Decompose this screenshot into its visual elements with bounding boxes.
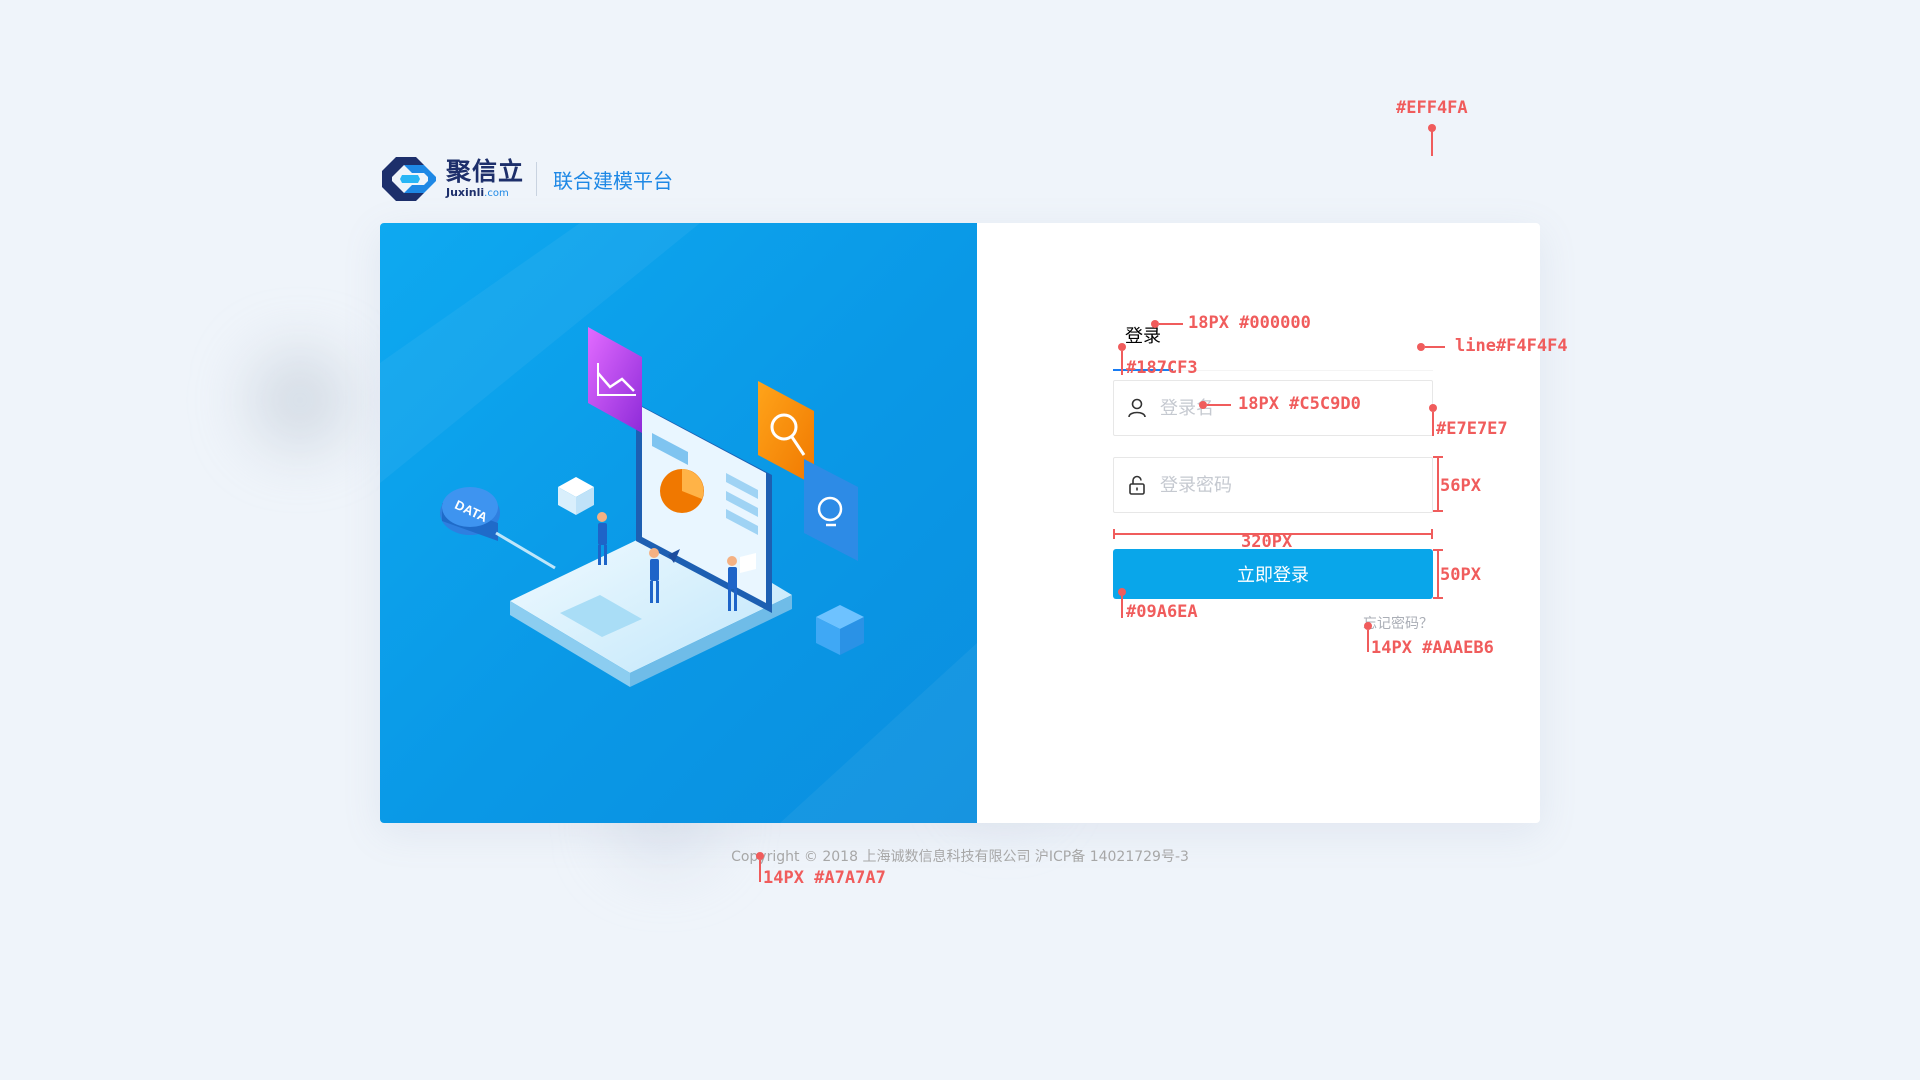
annotation-footer-font: 14PX #A7A7A7 bbox=[763, 868, 886, 888]
brand-divider bbox=[536, 162, 538, 196]
annotation-input-border: #E7E7E7 bbox=[1436, 419, 1508, 439]
annotation-line bbox=[1433, 549, 1443, 551]
lock-icon bbox=[1129, 475, 1145, 495]
annotation-line bbox=[1433, 510, 1443, 512]
user-icon bbox=[1128, 398, 1146, 418]
login-button[interactable]: 立即登录 bbox=[1113, 549, 1433, 599]
page: 聚信立 Juxinli.com 联合建模平台 DATA 登录 登录名 立即登录 … bbox=[0, 0, 1920, 1080]
annotation-dot bbox=[1364, 622, 1372, 630]
annotation-forgot-font: 14PX #AAAEB6 bbox=[1371, 638, 1494, 658]
annotation-dot bbox=[1151, 320, 1159, 328]
annotation-form-width: 320PX bbox=[1241, 532, 1293, 552]
password-field[interactable] bbox=[1113, 457, 1433, 513]
brand-header: 聚信立 Juxinli.com 联合建模平台 bbox=[378, 155, 673, 203]
annotation-line bbox=[1437, 456, 1439, 512]
annotation-line bbox=[1121, 351, 1123, 375]
logo-icon bbox=[382, 157, 436, 201]
isometric-illustration: DATA bbox=[380, 223, 977, 823]
annotation-button-height: 50PX bbox=[1440, 565, 1481, 585]
annotation-line bbox=[1121, 596, 1123, 618]
annotation-input-font: 18PX #C5C9D0 bbox=[1238, 394, 1361, 414]
annotation-line bbox=[1431, 529, 1433, 539]
bg-blob bbox=[250, 350, 350, 450]
annotation-input-height: 56PX bbox=[1440, 476, 1481, 496]
illustration-panel: DATA bbox=[380, 223, 977, 823]
annotation-line bbox=[1432, 412, 1434, 436]
copyright-text: Copyright © 2018 上海诚数信息科技有限公司 沪ICP备 1402… bbox=[731, 849, 1189, 865]
annotation-line bbox=[759, 860, 761, 882]
annotation-dot bbox=[1417, 343, 1425, 351]
annotation-line bbox=[1367, 630, 1369, 652]
annotation-line bbox=[1433, 456, 1443, 458]
annotation-dot bbox=[756, 852, 764, 860]
login-card: DATA 登录 登录名 立即登录 忘记密码？ bbox=[380, 223, 1540, 823]
annotation-dot bbox=[1199, 401, 1207, 409]
annotation-line bbox=[1431, 128, 1433, 156]
annotation-dot bbox=[1429, 404, 1437, 412]
annotation-line bbox=[1425, 346, 1445, 348]
forgot-password-link[interactable]: 忘记密码？ bbox=[1363, 613, 1433, 633]
brand-name: 聚信立 bbox=[446, 157, 525, 186]
annotation-tab-font: 18PX #000000 bbox=[1188, 313, 1311, 333]
annotation-line bbox=[1113, 529, 1115, 539]
brand-name-en: Juxinli.com bbox=[446, 186, 509, 199]
annotation-line bbox=[1207, 404, 1231, 406]
annotation-dot bbox=[1118, 588, 1126, 596]
annotation-button-color: #09A6EA bbox=[1126, 602, 1198, 622]
password-input[interactable] bbox=[1160, 458, 1432, 512]
platform-title: 联合建模平台 bbox=[553, 168, 674, 193]
annotation-dot bbox=[1118, 343, 1126, 351]
annotation-bg-color: #EFF4FA bbox=[1396, 98, 1468, 118]
annotation-line bbox=[1437, 549, 1439, 599]
annotation-tab-underline: #187CF3 bbox=[1126, 358, 1198, 378]
annotation-tab-line: line#F4F4F4 bbox=[1455, 336, 1568, 356]
annotation-line bbox=[1159, 323, 1183, 325]
annotation-line bbox=[1433, 597, 1443, 599]
